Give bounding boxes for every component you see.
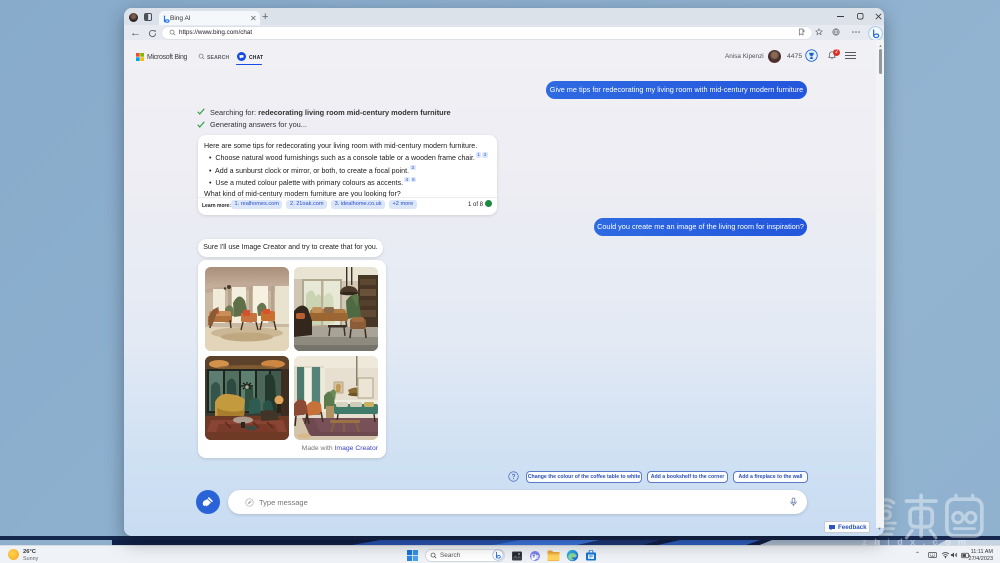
svg-text:zhidx.com: zhidx.com <box>862 537 973 547</box>
